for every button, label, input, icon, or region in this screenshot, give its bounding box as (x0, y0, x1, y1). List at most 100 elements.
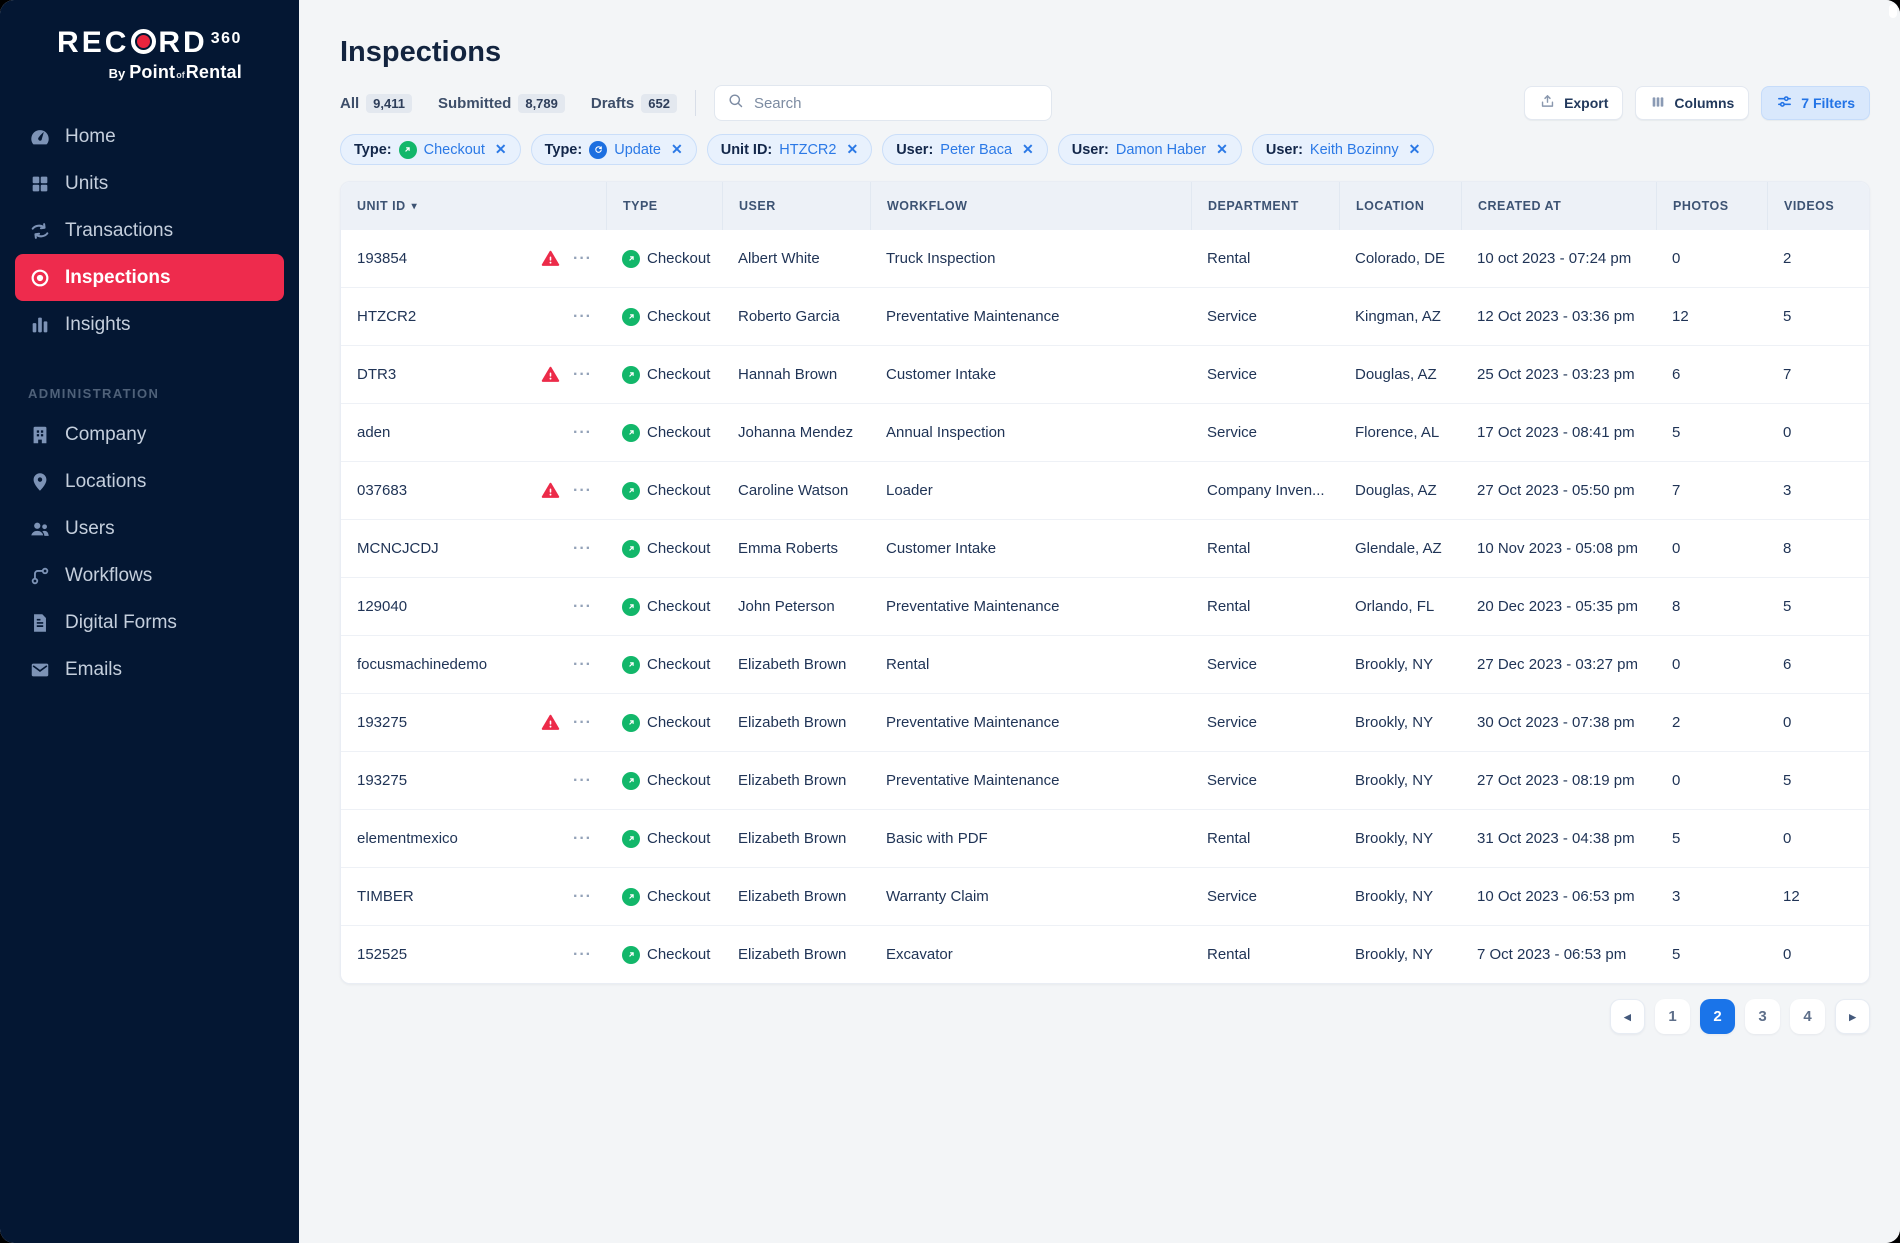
row-menu-button[interactable]: ··· (573, 714, 592, 732)
videos-cell: 5 (1767, 598, 1869, 615)
table-row[interactable]: 152525···CheckoutElizabeth BrownExcavato… (341, 925, 1869, 983)
remove-filter-icon[interactable]: ✕ (1409, 141, 1421, 158)
remove-filter-icon[interactable]: ✕ (1216, 141, 1228, 158)
table-row[interactable]: MCNCJCDJ···CheckoutEmma RobertsCustomer … (341, 519, 1869, 577)
type-cell: Checkout (606, 424, 722, 442)
location-cell-value: Brookly, NY (1355, 946, 1433, 963)
photos-cell: 5 (1656, 946, 1767, 963)
sidebar-item-insights[interactable]: Insights (15, 301, 284, 348)
filter-chip-value: Damon Haber (1116, 142, 1206, 158)
created-at-cell: 10 Nov 2023 - 05:08 pm (1461, 540, 1656, 557)
sidebar-item-label: Home (65, 126, 116, 148)
table-row[interactable]: TIMBER···CheckoutElizabeth BrownWarranty… (341, 867, 1869, 925)
photos-cell-value: 5 (1672, 424, 1680, 441)
tab-drafts[interactable]: Drafts652 (591, 94, 677, 113)
pagination-next-button[interactable]: ▸ (1835, 999, 1870, 1034)
column-header-unit-id[interactable]: UNIT ID▾ (341, 182, 606, 230)
table-row[interactable]: 193275···CheckoutElizabeth BrownPreventa… (341, 751, 1869, 809)
filters-button[interactable]: 7 Filters (1761, 86, 1870, 120)
scrollbar-thumb[interactable] (1889, 4, 1897, 18)
row-menu-button[interactable]: ··· (573, 482, 592, 500)
table-row[interactable]: aden···CheckoutJohanna MendezAnnual Insp… (341, 403, 1869, 461)
row-menu-button[interactable]: ··· (573, 424, 592, 442)
table-row[interactable]: 129040···CheckoutJohn PetersonPreventati… (341, 577, 1869, 635)
row-menu-button[interactable]: ··· (573, 772, 592, 790)
table-row[interactable]: focusmachinedemo···CheckoutElizabeth Bro… (341, 635, 1869, 693)
search-icon (727, 92, 744, 114)
remove-filter-icon[interactable]: ✕ (1022, 141, 1034, 158)
table-row[interactable]: elementmexico···CheckoutElizabeth BrownB… (341, 809, 1869, 867)
pagination-page-2[interactable]: 2 (1700, 999, 1735, 1034)
user-cell-value: Roberto Garcia (738, 308, 840, 325)
location-cell: Florence, AL (1339, 424, 1461, 441)
column-header-department[interactable]: DEPARTMENT (1191, 182, 1339, 230)
filter-chip-type-checkout: Type:Checkout✕ (340, 134, 521, 165)
table-row[interactable]: DTR3···CheckoutHannah BrownCustomer Inta… (341, 345, 1869, 403)
sidebar-item-home[interactable]: Home (15, 113, 284, 160)
table-row[interactable]: 193275···CheckoutElizabeth BrownPreventa… (341, 693, 1869, 751)
videos-cell-value: 3 (1783, 482, 1791, 499)
sidebar-item-transactions[interactable]: Transactions (15, 207, 284, 254)
tab-submitted[interactable]: Submitted8,789 (438, 94, 565, 113)
row-menu-button[interactable]: ··· (573, 250, 592, 268)
created-at-cell-value: 10 Oct 2023 - 06:53 pm (1477, 888, 1635, 905)
search-input[interactable] (752, 94, 1039, 113)
row-menu-button[interactable]: ··· (573, 540, 592, 558)
sidebar-item-label: Transactions (65, 220, 173, 242)
sidebar-item-digital-forms[interactable]: Digital Forms (15, 599, 284, 646)
row-menu-button[interactable]: ··· (573, 656, 592, 674)
remove-filter-icon[interactable]: ✕ (495, 141, 507, 158)
filter-chip-label: Type: (354, 142, 392, 158)
column-header-photos[interactable]: PHOTOS (1656, 182, 1767, 230)
units-grid-icon (28, 173, 52, 195)
column-header-workflow[interactable]: WORKFLOW (870, 182, 1191, 230)
filter-chip-user-peter-baca: User:Peter Baca✕ (882, 134, 1048, 165)
sidebar-item-workflows[interactable]: Workflows (15, 552, 284, 599)
location-cell-value: Brookly, NY (1355, 656, 1433, 673)
department-cell-value: Service (1207, 714, 1257, 731)
column-header-location[interactable]: LOCATION (1339, 182, 1461, 230)
pagination-prev-button[interactable]: ◂ (1610, 999, 1645, 1034)
row-menu-button[interactable]: ··· (573, 366, 592, 384)
created-at-cell-value: 30 Oct 2023 - 07:38 pm (1477, 714, 1635, 731)
remove-filter-icon[interactable]: ✕ (846, 141, 858, 158)
pagination-page-4[interactable]: 4 (1790, 999, 1825, 1034)
column-header-created-at[interactable]: CREATED AT (1461, 182, 1656, 230)
column-header-type[interactable]: TYPE (606, 182, 722, 230)
pagination-page-3[interactable]: 3 (1745, 999, 1780, 1034)
table-row[interactable]: HTZCR2···CheckoutRoberto GarciaPreventat… (341, 287, 1869, 345)
export-button[interactable]: Export (1524, 86, 1623, 120)
location-cell-value: Douglas, AZ (1355, 366, 1437, 383)
columns-button[interactable]: Columns (1635, 86, 1749, 120)
row-menu-button[interactable]: ··· (573, 888, 592, 906)
sidebar-item-units[interactable]: Units (15, 160, 284, 207)
row-menu-button[interactable]: ··· (573, 830, 592, 848)
row-menu-button[interactable]: ··· (573, 598, 592, 616)
created-at-cell: 31 Oct 2023 - 04:38 pm (1461, 830, 1656, 847)
table-row[interactable]: 037683···CheckoutCaroline WatsonLoaderCo… (341, 461, 1869, 519)
row-menu-button[interactable]: ··· (573, 946, 592, 964)
sidebar-item-emails[interactable]: Emails (15, 646, 284, 693)
sidebar-item-users[interactable]: Users (15, 505, 284, 552)
created-at-cell-value: 17 Oct 2023 - 08:41 pm (1477, 424, 1635, 441)
tab-all[interactable]: All9,411 (340, 94, 412, 113)
department-cell: Service (1191, 656, 1339, 673)
row-menu-button[interactable]: ··· (573, 308, 592, 326)
photos-cell-value: 2 (1672, 714, 1680, 731)
remove-filter-icon[interactable]: ✕ (671, 141, 683, 158)
user-cell-value: Elizabeth Brown (738, 714, 846, 731)
pagination-page-1[interactable]: 1 (1655, 999, 1690, 1034)
sidebar-item-locations[interactable]: Locations (15, 458, 284, 505)
department-cell-value: Rental (1207, 540, 1250, 557)
column-header-user[interactable]: USER (722, 182, 870, 230)
type-label: Checkout (647, 772, 710, 789)
type-label: Checkout (647, 540, 710, 557)
update-type-icon (589, 141, 607, 159)
photos-cell: 8 (1656, 598, 1767, 615)
sidebar-item-inspections[interactable]: Inspections (15, 254, 284, 301)
sidebar-item-company[interactable]: Company (15, 411, 284, 458)
location-cell-value: Kingman, AZ (1355, 308, 1441, 325)
table-row[interactable]: 193854···CheckoutAlbert WhiteTruck Inspe… (341, 230, 1869, 287)
column-header-videos[interactable]: VIDEOS (1767, 182, 1869, 230)
filter-chip-label: User: (1072, 142, 1109, 158)
